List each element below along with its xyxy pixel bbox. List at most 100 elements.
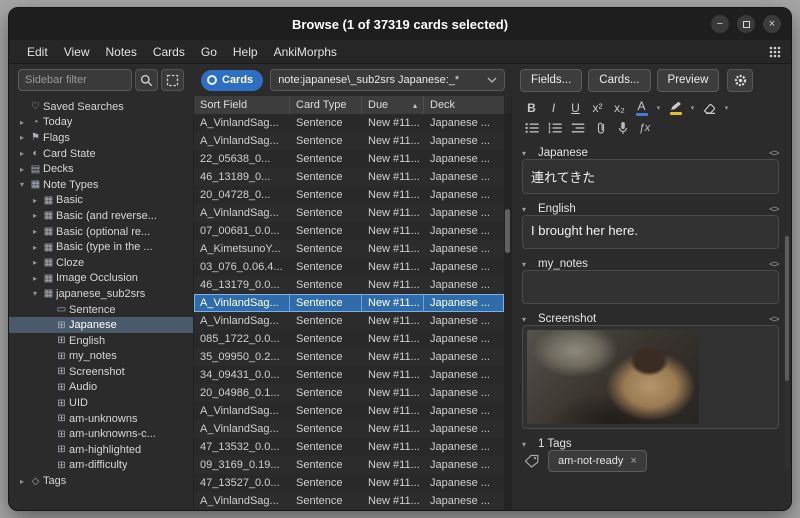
cards-notes-toggle[interactable]: Cards [201, 69, 264, 91]
table-row[interactable]: A_VinlandSag... Sentence New #11... Japa… [194, 294, 504, 312]
sidebar-item-today[interactable]: ▸ ◔ Today [9, 115, 193, 131]
table-row[interactable]: A_VinlandSag... Sentence New #11... Japa… [194, 312, 504, 330]
indent-button[interactable] [568, 119, 588, 137]
tag-pill[interactable]: am-not-ready × [548, 450, 647, 472]
collapse-icon[interactable]: ▾ [522, 315, 532, 324]
column-due[interactable]: Due ▴ [362, 96, 424, 114]
sidebar-item-field-english[interactable]: ⊞ English [9, 333, 193, 349]
menu-edit[interactable]: Edit [19, 40, 56, 63]
collapse-icon[interactable]: ▾ [522, 205, 532, 214]
unordered-list-button[interactable] [522, 119, 542, 137]
table-row[interactable]: A_VinlandSag... Sentence New #11... Japa… [194, 132, 504, 150]
sidebar-item-note-types[interactable]: ▾ ▦ Note Types [9, 177, 193, 193]
sidebar-item-field-audio[interactable]: ⊞ Audio [9, 380, 193, 396]
expander-icon[interactable]: ▸ [16, 133, 28, 142]
search-history-chevron-icon[interactable] [487, 77, 497, 83]
table-scrollbar[interactable] [504, 114, 511, 510]
sidebar-item-tags[interactable]: ▸ ◇ Tags [9, 473, 193, 489]
expander-icon[interactable]: ▸ [29, 196, 41, 205]
math-button[interactable]: ƒx [635, 119, 654, 137]
expander-icon[interactable]: ▾ [16, 180, 28, 189]
table-row[interactable]: 46_13179_0.0... Sentence New #11... Japa… [194, 276, 504, 294]
table-row[interactable]: 46_13189_0... Sentence New #11... Japane… [194, 168, 504, 186]
sidebar-item-basic-and-reverse[interactable]: ▸ ▦ Basic (and reverse... [9, 208, 193, 224]
sidebar-item-decks[interactable]: ▸ ▤ Decks [9, 161, 193, 177]
html-editor-toggle-icon[interactable]: <> [769, 204, 779, 215]
html-editor-toggle-icon[interactable]: <> [769, 148, 779, 159]
sidebar-item-sentence[interactable]: ▭ Sentence [9, 302, 193, 318]
expander-icon[interactable]: ▸ [29, 227, 41, 236]
table-row[interactable]: 07_00681_0.0... Sentence New #11... Japa… [194, 222, 504, 240]
remove-tag-icon[interactable]: × [630, 455, 636, 467]
sidebar-select-button[interactable] [161, 69, 184, 91]
attach-button[interactable] [591, 119, 610, 137]
table-row[interactable]: 47_13527_0.0... Sentence New #11... Japa… [194, 474, 504, 492]
highlight-color-button[interactable] [666, 99, 685, 117]
bold-button[interactable]: B [522, 99, 541, 117]
sidebar-item-cloze[interactable]: ▸ ▦ Cloze [9, 255, 193, 271]
sidebar-item-flags[interactable]: ▸ ⚑ Flags [9, 130, 193, 146]
table-row[interactable]: 35_09950_0.2... Sentence New #11... Japa… [194, 348, 504, 366]
table-row[interactable]: 47_13532_0.0... Sentence New #11... Japa… [194, 438, 504, 456]
sidebar-item-field-am-difficulty[interactable]: ⊞ am-difficulty [9, 458, 193, 474]
sidebar-filter-input[interactable] [18, 69, 132, 91]
sidebar-item-field-screenshot[interactable]: ⊞ Screenshot [9, 364, 193, 380]
sidebar-item-japanese-sub2srs[interactable]: ▾ ▦ japanese_sub2srs [9, 286, 193, 302]
menu-view[interactable]: View [56, 40, 98, 63]
sidebar-search-button[interactable] [135, 69, 158, 91]
menu-notes[interactable]: Notes [97, 40, 144, 63]
table-row[interactable]: A_VinlandSag... Sentence New #11... Japa… [194, 420, 504, 438]
maximize-button[interactable] [737, 15, 755, 33]
text-color-button[interactable]: A [632, 99, 651, 117]
column-sort-field[interactable]: Sort Field [194, 96, 290, 114]
editor-scrollbar-thumb[interactable] [785, 236, 789, 382]
table-row[interactable]: A_VinlandSag... Sentence New #11... Japa… [194, 114, 504, 132]
sidebar-item-basic[interactable]: ▸ ▦ Basic [9, 193, 193, 209]
expander-icon[interactable]: ▸ [29, 211, 41, 220]
expander-icon[interactable]: ▸ [29, 258, 41, 267]
collapse-icon[interactable]: ▾ [522, 440, 532, 449]
table-row[interactable]: 09_3169_0.19... Sentence New #11... Japa… [194, 456, 504, 474]
table-row[interactable]: A_VinlandSag... Sentence New #11... Japa… [194, 204, 504, 222]
table-scrollbar-thumb[interactable] [505, 209, 510, 253]
fields-button[interactable]: Fields... [520, 68, 583, 92]
remove-formatting-dropdown[interactable]: ▾ [722, 99, 731, 117]
close-button[interactable]: × [763, 15, 781, 33]
expander-icon[interactable]: ▾ [29, 289, 41, 298]
expander-icon[interactable]: ▸ [16, 165, 28, 174]
apps-grid-icon[interactable] [769, 46, 781, 58]
record-audio-button[interactable] [613, 119, 632, 137]
sidebar-item-field-am-unknowns-c[interactable]: ⊞ am-unknowns-c... [9, 426, 193, 442]
field-input-english[interactable]: I brought her here. [522, 215, 779, 249]
sidebar-item-field-uid[interactable]: ⊞ UID [9, 395, 193, 411]
menu-cards[interactable]: Cards [145, 40, 193, 63]
column-card-type[interactable]: Card Type [290, 96, 362, 114]
menu-help[interactable]: Help [225, 40, 266, 63]
html-editor-toggle-icon[interactable]: <> [769, 259, 779, 270]
table-row[interactable]: 03_076_0.06.4... Sentence New #11... Jap… [194, 258, 504, 276]
menu-ankimorphs[interactable]: AnkiMorphs [266, 40, 345, 63]
expander-icon[interactable]: ▸ [29, 243, 41, 252]
table-row[interactable]: 34_09431_0.0... Sentence New #11... Japa… [194, 366, 504, 384]
titlebar[interactable]: Browse (1 of 37319 cards selected) − × [9, 8, 791, 40]
sidebar-item-basic-optional[interactable]: ▸ ▦ Basic (optional re... [9, 224, 193, 240]
field-input-my-notes[interactable] [522, 270, 779, 304]
search-query[interactable]: note:japanese\_sub2srs Japanese:_* [278, 74, 483, 86]
italic-button[interactable]: I [544, 99, 563, 117]
field-input-screenshot[interactable] [522, 325, 779, 429]
settings-button[interactable] [727, 68, 754, 92]
screenshot-image[interactable] [527, 330, 699, 424]
table-row[interactable]: 085_1722_0.0... Sentence New #11... Japa… [194, 330, 504, 348]
sidebar-item-field-am-unknowns[interactable]: ⊞ am-unknowns [9, 411, 193, 427]
sidebar-item-field-my-notes[interactable]: ⊞ my_notes [9, 349, 193, 365]
expander-icon[interactable]: ▸ [16, 477, 28, 486]
table-row[interactable]: 20_04986_0.1... Sentence New #11... Japa… [194, 384, 504, 402]
sidebar-item-image-occlusion[interactable]: ▸ ▦ Image Occlusion [9, 271, 193, 287]
sidebar-item-field-am-highlighted[interactable]: ⊞ am-highlighted [9, 442, 193, 458]
column-deck[interactable]: Deck [424, 96, 504, 114]
sidebar-item-basic-type-in[interactable]: ▸ ▦ Basic (type in the ... [9, 239, 193, 255]
html-editor-toggle-icon[interactable]: <> [769, 314, 779, 325]
sidebar-item-card-state[interactable]: ▸ ◐ Card State [9, 146, 193, 162]
field-input-japanese[interactable]: 連れてきた [522, 159, 779, 194]
table-row[interactable]: A_KimetsunoY... Sentence New #11... Japa… [194, 240, 504, 258]
